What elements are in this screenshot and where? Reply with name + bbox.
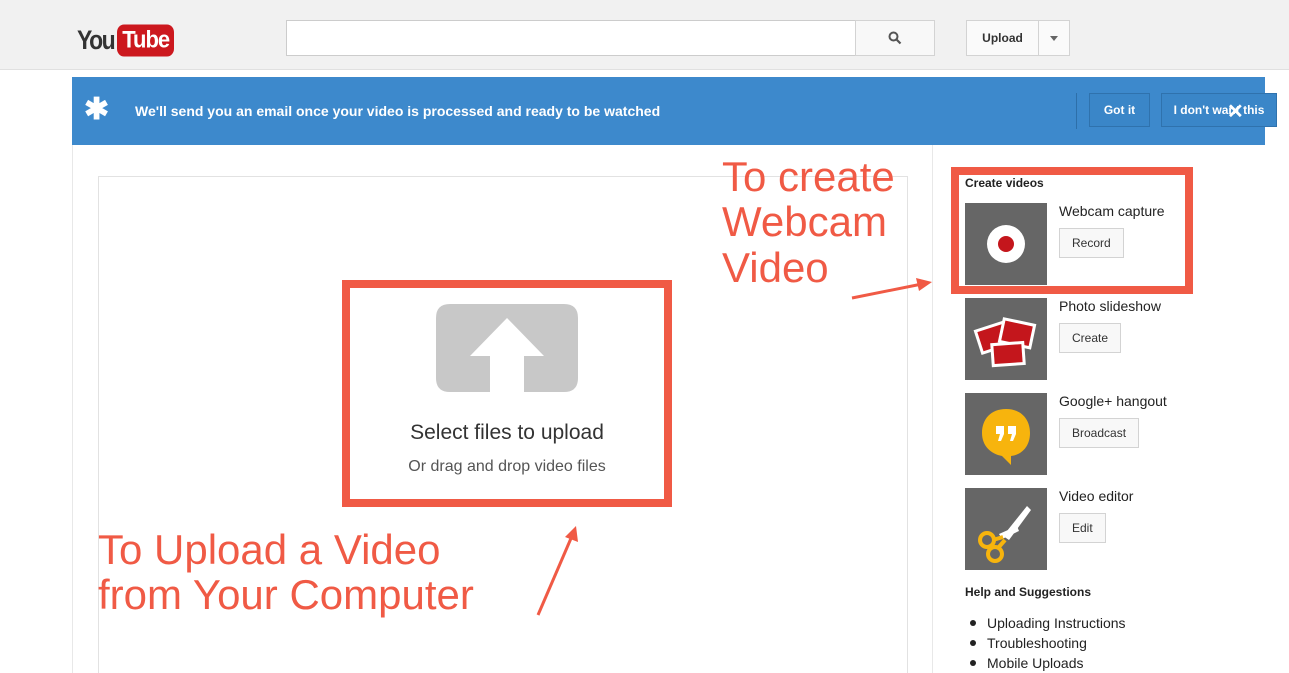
edit-button[interactable]: Edit (1059, 513, 1106, 543)
upload-annotation: To Upload a Video from Your Computer (98, 527, 474, 618)
create-slideshow-button[interactable]: Create (1059, 323, 1122, 353)
tool-video-editor: Video editor Edit (965, 488, 1265, 572)
photo-slideshow-icon (965, 298, 1047, 380)
sidebar-divider (932, 145, 933, 673)
search-input[interactable] (286, 20, 856, 56)
webcam-highlight-box (951, 167, 1193, 294)
hangout-icon (965, 393, 1047, 475)
select-files-area[interactable]: Select files to upload Or drag and drop … (342, 280, 672, 507)
tool-photo-slideshow: Photo slideshow Create (965, 298, 1265, 382)
upload-arrow-icon (436, 304, 578, 392)
search-icon (888, 31, 902, 45)
tool-name: Photo slideshow (1059, 298, 1161, 314)
upload-menu-button[interactable] (1038, 20, 1070, 56)
notice-message: We'll send you an email once your video … (135, 103, 661, 119)
logo-you-text: You (77, 24, 116, 55)
webcam-annotation: To create Webcam Video (722, 154, 895, 290)
webcam-annotation-line: Video (722, 243, 829, 291)
help-links: Uploading Instructions Troubleshooting M… (970, 613, 1126, 673)
chevron-down-icon (1050, 35, 1058, 41)
asterisk-icon: ✱ (84, 93, 110, 126)
upload-annotation-line: from Your Computer (98, 571, 474, 619)
close-icon[interactable]: ✕ (1227, 99, 1244, 124)
logo-tube-text: Tube (117, 24, 175, 56)
tool-hangout: Google+ hangout Broadcast (965, 393, 1265, 477)
help-heading: Help and Suggestions (965, 585, 1092, 599)
broadcast-button[interactable]: Broadcast (1059, 418, 1140, 448)
youtube-logo[interactable]: You Tube (77, 24, 175, 56)
dont-want-button[interactable]: I don't want this (1161, 93, 1277, 127)
help-link[interactable]: Mobile Uploads (970, 653, 1126, 673)
email-notice-banner: ✱ We'll send you an email once your vide… (72, 77, 1277, 145)
search-button[interactable] (855, 20, 935, 56)
webcam-annotation-line: Webcam (722, 198, 887, 246)
help-link[interactable]: Uploading Instructions (970, 613, 1126, 633)
drag-drop-hint: Or drag and drop video files (408, 458, 606, 475)
top-bar: You Tube Upload (0, 0, 1289, 70)
tool-name: Video editor (1059, 488, 1134, 504)
youtube-upload-page: You Tube Upload ✱ We'll send you an emai… (0, 0, 1289, 673)
notice-divider (1076, 93, 1077, 129)
upload-annotation-line: To Upload a Video (98, 526, 441, 573)
left-divider (72, 145, 73, 673)
help-link[interactable]: Troubleshooting (970, 633, 1126, 653)
upload-button[interactable]: Upload (966, 20, 1039, 56)
scissors-icon (965, 488, 1047, 570)
select-files-title: Select files to upload (410, 421, 604, 444)
webcam-annotation-line: To create (722, 153, 895, 200)
tool-name: Google+ hangout (1059, 393, 1167, 409)
got-it-button[interactable]: Got it (1089, 93, 1150, 127)
